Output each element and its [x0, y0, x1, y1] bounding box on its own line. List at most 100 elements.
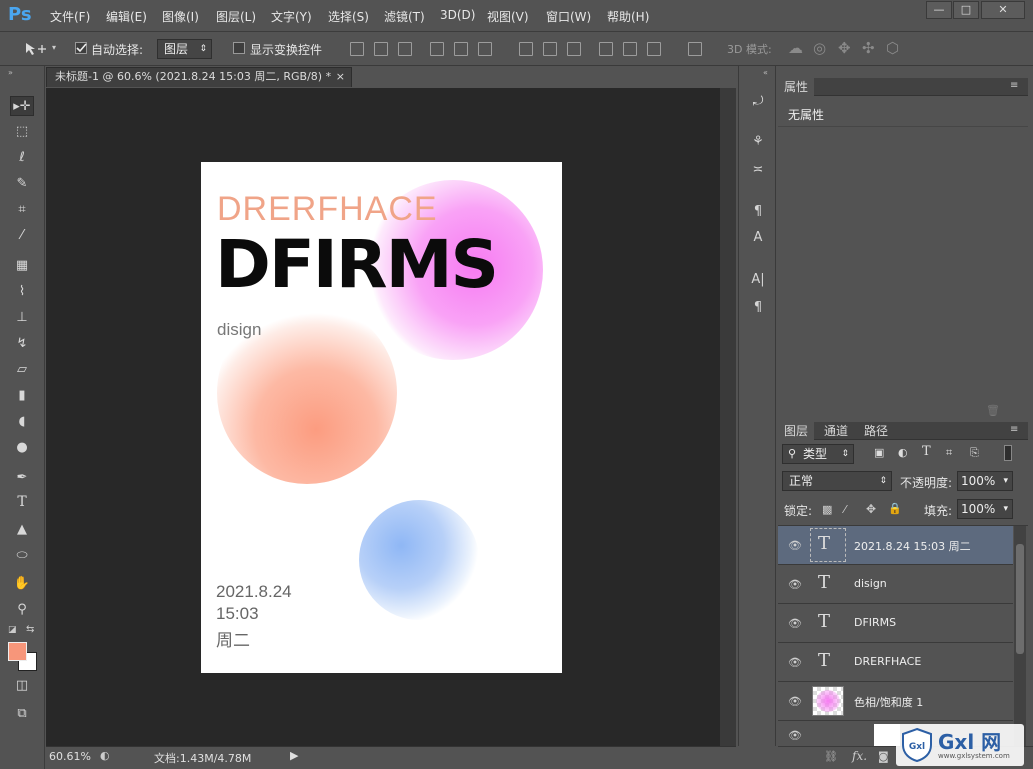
- layers-scrollbar[interactable]: [1014, 526, 1026, 746]
- ellipse-tool-icon[interactable]: ⬭: [10, 546, 34, 566]
- show-transform-checkbox[interactable]: [233, 42, 245, 54]
- layers-scroll-thumb[interactable]: [1016, 544, 1024, 654]
- eye-icon[interactable]: 👁: [788, 656, 802, 669]
- auto-select-checkbox[interactable]: [75, 42, 87, 54]
- move-tool-icon[interactable]: ▸✛: [10, 96, 34, 116]
- link-layers-icon[interactable]: ⛓: [824, 750, 838, 763]
- add-mask-icon[interactable]: ◙: [878, 750, 889, 763]
- pen-tool-icon[interactable]: ✒: [10, 468, 34, 488]
- distribute-right-icon[interactable]: [647, 42, 661, 56]
- tab-channels[interactable]: 通道: [818, 422, 854, 440]
- layer-row[interactable]: 👁 T DFIRMS: [778, 604, 1013, 643]
- type-tool-icon[interactable]: T: [10, 494, 34, 514]
- zoom-level[interactable]: 60.61%: [49, 750, 91, 763]
- eye-icon[interactable]: 👁: [788, 539, 802, 552]
- align-vcenter-icon[interactable]: [374, 42, 388, 56]
- blend-mode-dropdown[interactable]: 正常 ⇕: [782, 471, 892, 491]
- quick-select-tool-icon[interactable]: ✎: [10, 174, 34, 194]
- lasso-tool-icon[interactable]: ℓ: [10, 148, 34, 168]
- menu-layer[interactable]: 图层(L): [216, 8, 256, 25]
- maximize-button[interactable]: □: [953, 1, 979, 19]
- panel-menu-icon[interactable]: ≡: [1010, 80, 1018, 91]
- filter-toggle-switch[interactable]: [1004, 445, 1012, 461]
- lock-all-icon[interactable]: 🔒: [888, 502, 902, 515]
- marquee-tool-icon[interactable]: ⬚: [10, 122, 34, 142]
- brush-presets-icon[interactable]: ⚘: [748, 134, 768, 152]
- foreground-color-swatch[interactable]: [8, 642, 27, 661]
- panel-menu-icon[interactable]: ≡: [1010, 424, 1018, 435]
- layer-row[interactable]: 👁 色相/饱和度 1: [778, 682, 1013, 721]
- fx-button[interactable]: fx.: [852, 749, 867, 763]
- blur-tool-icon[interactable]: ◖: [10, 412, 34, 432]
- character-styles-icon[interactable]: A: [748, 230, 768, 248]
- paragraph-panel-icon[interactable]: ¶: [748, 300, 768, 318]
- layer-row[interactable]: 👁 T DRERFHACE: [778, 643, 1013, 682]
- gradient-tool-icon[interactable]: ▮: [10, 386, 34, 406]
- quick-mask-icon[interactable]: ◫: [10, 676, 34, 696]
- tab-paths[interactable]: 路径: [858, 422, 894, 440]
- history-panel-icon[interactable]: ⤾: [748, 94, 768, 112]
- layer-row[interactable]: 👁 T 2021.8.24 15:03 周二: [778, 526, 1013, 565]
- eye-icon[interactable]: 👁: [788, 729, 802, 742]
- zoom-tool-icon[interactable]: ⚲: [10, 600, 34, 620]
- distribute-hcenter-icon[interactable]: [623, 42, 637, 56]
- move-tool-icon[interactable]: [24, 41, 48, 57]
- document-canvas[interactable]: DRERFHACE DFIRMS disign 2021.8.24 15:03 …: [201, 162, 562, 673]
- distribute-bottom-icon[interactable]: [567, 42, 581, 56]
- align-hcenter-icon[interactable]: [454, 42, 468, 56]
- layer-filter-dropdown[interactable]: ⚲ 类型 ⇕: [782, 444, 854, 464]
- opacity-input[interactable]: 100% ▾: [957, 471, 1013, 491]
- fill-input[interactable]: 100% ▾: [957, 499, 1013, 519]
- character-panel-icon[interactable]: A|: [748, 272, 768, 290]
- eraser-tool-icon[interactable]: ▱: [10, 360, 34, 380]
- collapse-arrows-icon[interactable]: »: [8, 68, 13, 77]
- filter-adjustment-icon[interactable]: ◐: [898, 446, 908, 459]
- filter-type-icon[interactable]: T: [922, 444, 931, 459]
- tab-properties[interactable]: 属性: [778, 78, 815, 96]
- distribute-top-icon[interactable]: [519, 42, 533, 56]
- menu-filter[interactable]: 滤镜(T): [384, 8, 425, 25]
- lock-transparency-icon[interactable]: ▩: [822, 503, 832, 516]
- path-select-tool-icon[interactable]: ▲: [10, 520, 34, 540]
- 3d-scale-icon[interactable]: ⬡: [886, 39, 899, 57]
- status-info-icon[interactable]: ◐: [100, 749, 110, 762]
- close-document-icon[interactable]: ×: [336, 68, 345, 86]
- screen-mode-icon[interactable]: ⧉: [10, 704, 34, 724]
- collapse-arrows-icon[interactable]: «: [763, 68, 768, 77]
- stamp-tool-icon[interactable]: ⊥: [10, 308, 34, 328]
- filter-smart-object-icon[interactable]: ⎘: [970, 446, 979, 460]
- 3d-rotate-icon[interactable]: ☁: [788, 39, 803, 57]
- menu-image[interactable]: 图像(I): [162, 8, 199, 25]
- swap-colors-icon[interactable]: ⇆: [26, 624, 34, 635]
- auto-align-icon[interactable]: [688, 42, 702, 56]
- eyedropper-tool-icon[interactable]: ⁄: [10, 226, 34, 246]
- menu-help[interactable]: 帮助(H): [607, 8, 649, 25]
- healing-tool-icon[interactable]: ▦: [10, 256, 34, 276]
- crop-tool-icon[interactable]: ⌗: [10, 200, 34, 220]
- filter-pixel-icon[interactable]: ▣: [874, 446, 884, 459]
- align-right-icon[interactable]: [478, 42, 492, 56]
- menu-window[interactable]: 窗口(W): [546, 8, 591, 25]
- canvas-vertical-scrollbar[interactable]: [720, 88, 736, 746]
- brush-settings-icon[interactable]: ≍: [748, 162, 768, 180]
- align-top-icon[interactable]: [350, 42, 364, 56]
- lock-position-icon[interactable]: ✥: [866, 502, 876, 516]
- history-brush-tool-icon[interactable]: ↯: [10, 334, 34, 354]
- tool-preset-chevron-icon[interactable]: ▾: [52, 43, 56, 52]
- eye-icon[interactable]: 👁: [788, 578, 802, 591]
- paragraph-styles-icon[interactable]: ¶: [748, 204, 768, 222]
- menu-file[interactable]: 文件(F): [50, 8, 90, 25]
- 3d-slide-icon[interactable]: ✣: [862, 39, 875, 57]
- hand-tool-icon[interactable]: ✋: [10, 574, 34, 594]
- menu-3d[interactable]: 3D(D): [440, 8, 475, 22]
- menu-select[interactable]: 选择(S): [328, 8, 369, 25]
- filter-shape-icon[interactable]: ⌗: [946, 446, 952, 460]
- close-window-button[interactable]: ✕: [981, 1, 1025, 19]
- align-bottom-icon[interactable]: [398, 42, 412, 56]
- default-colors-icon[interactable]: ◪: [8, 625, 17, 635]
- menu-type[interactable]: 文字(Y): [271, 8, 312, 25]
- eye-icon[interactable]: 👁: [788, 617, 802, 630]
- lock-pixels-icon[interactable]: ⁄: [844, 503, 846, 516]
- menu-edit[interactable]: 编辑(E): [106, 8, 147, 25]
- auto-select-dropdown[interactable]: 图层 ⇕: [157, 39, 212, 59]
